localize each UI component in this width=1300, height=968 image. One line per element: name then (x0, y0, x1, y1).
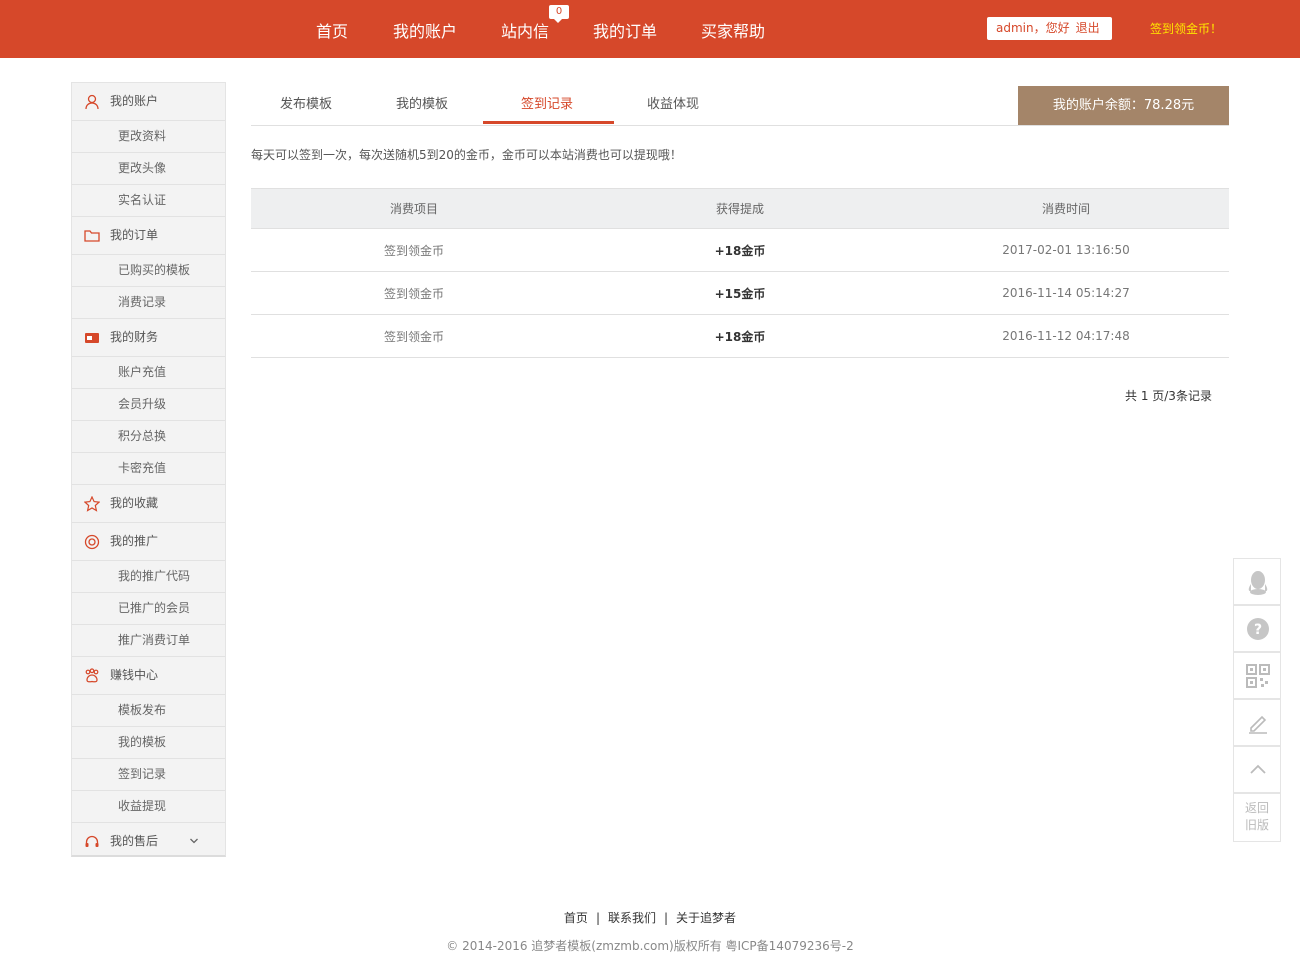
sidebar-group-orders[interactable]: 我的订单 (72, 217, 225, 255)
message-count-badge: 0 (549, 5, 569, 23)
svg-text:?: ? (1254, 622, 1262, 638)
sidebar-item-withdraw[interactable]: 收益提现 (72, 791, 225, 823)
old-version-label: 返回 旧版 (1244, 801, 1269, 832)
sidebar-item-card-recharge[interactable]: 卡密充值 (72, 453, 225, 485)
logout-link[interactable]: 退出 (1076, 21, 1100, 35)
sidebar-item-recharge[interactable]: 账户充值 (72, 357, 225, 389)
sidebar-item-promoted-members[interactable]: 已推广的会员 (72, 593, 225, 625)
back-to-top-button[interactable] (1233, 746, 1281, 793)
nav-my-orders[interactable]: 我的订单 (593, 18, 657, 42)
chevron-up-icon (1250, 764, 1266, 774)
sidebar-group-label: 我的收藏 (110, 496, 159, 510)
sidebar-group-label: 我的推广 (110, 534, 159, 548)
headset-icon (85, 835, 99, 847)
footer-separator: | (595, 911, 600, 925)
cell-time: 2017-02-01 13:16:50 (903, 228, 1229, 272)
column-header-commission: 获得提成 (577, 188, 903, 229)
sidebar-group-promotion[interactable]: 我的推广 (72, 523, 225, 561)
sidebar-group-account[interactable]: 我的账户 (72, 83, 225, 121)
qq-icon (1248, 571, 1268, 595)
paw-icon (85, 668, 99, 683)
sidebar-item-spending-records[interactable]: 消费记录 (72, 287, 225, 319)
sidebar-item-upgrade[interactable]: 会员升级 (72, 389, 225, 421)
feedback-button[interactable] (1233, 699, 1281, 746)
signin-notice: 每天可以签到一次，每次送随机5到20的金币，金币可以本站消费也可以提现哦！ (251, 148, 682, 162)
active-tab-indicator (483, 121, 614, 124)
folder-icon (84, 230, 100, 242)
footer-separator: | (664, 911, 669, 925)
floating-toolbar: ? 返回 旧版 (1233, 558, 1281, 844)
sidebar-group-label: 我的售后 (110, 834, 159, 848)
sidebar-group-label: 我的财务 (110, 330, 159, 344)
footer-link-home[interactable]: 首页 (564, 911, 588, 925)
card-icon (85, 333, 99, 343)
signin-records-table: 消费项目 获得提成 消费时间 签到领金币 +18金币 2017-02-01 13… (251, 188, 1229, 358)
sidebar-item-points-exchange[interactable]: 积分总换 (72, 421, 225, 453)
chevron-down-icon[interactable] (189, 836, 199, 846)
table-header-row: 消费项目 获得提成 消费时间 (251, 188, 1229, 229)
sidebar-group-after-sales[interactable]: 我的售后 (72, 823, 225, 861)
cell-item: 签到领金币 (251, 228, 577, 272)
user-greeting[interactable]: admin，您好 (996, 21, 1070, 35)
sidebar-group-label: 我的订单 (110, 228, 159, 242)
cell-commission: +18金币 (577, 314, 903, 358)
sidebar-group-earning-center[interactable]: 赚钱中心 (72, 657, 225, 695)
footer-links: 首页 | 联系我们 | 关于追梦者 (0, 909, 1300, 926)
copyright: © 2014-2016 追梦者模板(zmzmb.com)版权所有 粤ICP备14… (446, 939, 854, 953)
qq-contact-button[interactable] (1233, 558, 1281, 605)
pagination-info: 共 1 页/3条记录 (1125, 389, 1212, 403)
footer-link-contact[interactable]: 联系我们 (608, 911, 656, 925)
cell-commission: +18金币 (577, 228, 903, 272)
tab-my-templates[interactable]: 我的模板 (396, 93, 448, 112)
top-navbar: 首页 我的账户 站内信 我的订单 买家帮助 0 admin，您好 退出 签到领金币… (0, 0, 1300, 58)
cell-time: 2016-11-14 05:14:27 (903, 271, 1229, 315)
pencil-icon (1249, 715, 1267, 734)
user-icon (85, 94, 99, 110)
nav-messages[interactable]: 站内信 (501, 18, 549, 42)
sidebar-group-label: 赚钱中心 (110, 668, 159, 682)
question-icon: ? (1247, 618, 1269, 640)
table-row: 签到领金币 +18金币 2017-02-01 13:16:50 (251, 228, 1229, 272)
sidebar-group-finance[interactable]: 我的财务 (72, 319, 225, 357)
table-row: 签到领金币 +15金币 2016-11-14 05:14:27 (251, 271, 1229, 315)
tab-earnings-withdraw[interactable]: 收益体现 (647, 93, 699, 112)
nav-home[interactable]: 首页 (316, 18, 348, 42)
column-header-item: 消费项目 (251, 188, 577, 229)
sidebar-item-change-avatar[interactable]: 更改头像 (72, 153, 225, 185)
old-version-button[interactable]: 返回 旧版 (1233, 793, 1281, 842)
account-balance: 我的账户余额：78.28元 (1018, 86, 1229, 125)
cell-item: 签到领金币 (251, 271, 577, 315)
table-row: 签到领金币 +18金币 2016-11-12 04:17:48 (251, 314, 1229, 358)
cell-item: 签到领金币 (251, 314, 577, 358)
sidebar-item-signin-records[interactable]: 签到记录 (72, 759, 225, 791)
column-header-time: 消费时间 (903, 188, 1229, 229)
help-button[interactable]: ? (1233, 605, 1281, 652)
footer-link-about[interactable]: 关于追梦者 (676, 911, 736, 925)
sidebar-item-purchased-templates[interactable]: 已购买的模板 (72, 255, 225, 287)
signin-coins-link[interactable]: 签到领金币！ (1150, 20, 1222, 37)
sidebar: 我的账户 更改资料 更改头像 实名认证 我的订单 已购买的模板 消费记录 我的财… (71, 82, 226, 857)
qrcode-button[interactable] (1233, 652, 1281, 699)
sidebar-group-favorites[interactable]: 我的收藏 (72, 485, 225, 523)
star-icon (84, 496, 100, 512)
sidebar-item-promo-orders[interactable]: 推广消费订单 (72, 625, 225, 657)
sidebar-item-edit-profile[interactable]: 更改资料 (72, 121, 225, 153)
sidebar-item-promo-code[interactable]: 我的推广代码 (72, 561, 225, 593)
cell-time: 2016-11-12 04:17:48 (903, 314, 1229, 358)
qrcode-icon (1246, 664, 1270, 688)
user-box: admin，您好 退出 (987, 17, 1112, 40)
sidebar-item-real-name[interactable]: 实名认证 (72, 185, 225, 217)
sidebar-item-my-templates[interactable]: 我的模板 (72, 727, 225, 759)
tab-publish-template[interactable]: 发布模板 (280, 93, 332, 112)
tab-signin-records[interactable]: 签到记录 (521, 93, 573, 112)
sidebar-group-label: 我的账户 (110, 94, 159, 108)
nav-buyer-help[interactable]: 买家帮助 (701, 18, 765, 42)
target-icon (84, 534, 100, 550)
sidebar-item-publish-template[interactable]: 模板发布 (72, 695, 225, 727)
cell-commission: +15金币 (577, 271, 903, 315)
nav-my-account[interactable]: 我的账户 (393, 18, 457, 42)
